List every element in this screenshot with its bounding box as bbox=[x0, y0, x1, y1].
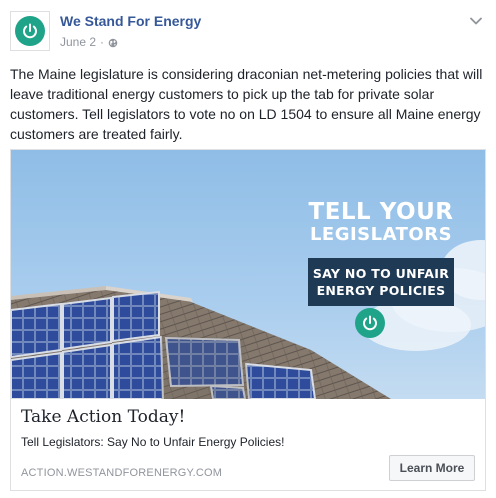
ad-title[interactable]: Take Action Today! bbox=[21, 407, 185, 427]
ad-image[interactable]: TELL YOUR LEGISLATORS SAY NO TO UNFAIR E… bbox=[11, 150, 485, 399]
image-text-line2: LEGISLATORS bbox=[309, 224, 453, 245]
power-icon bbox=[15, 16, 45, 46]
image-text-line1: TELL YOUR bbox=[308, 199, 454, 225]
banner-line1: SAY NO TO UNFAIR bbox=[312, 266, 450, 281]
post-text: The Maine legislature is considering dra… bbox=[10, 66, 483, 142]
learn-more-button[interactable]: Learn More bbox=[389, 455, 475, 481]
chevron-down-icon[interactable] bbox=[468, 13, 484, 29]
ad-image-headline: TELL YOUR LEGISLATORS SAY NO TO UNFAIR E… bbox=[291, 200, 471, 306]
power-icon bbox=[355, 308, 385, 338]
post-header: We Stand For Energy June 2 · bbox=[10, 9, 486, 59]
image-banner: SAY NO TO UNFAIR ENERGY POLICIES bbox=[308, 258, 454, 306]
post-date[interactable]: June 2 bbox=[60, 35, 96, 49]
ad-card[interactable]: TELL YOUR LEGISLATORS SAY NO TO UNFAIR E… bbox=[10, 149, 486, 491]
page-name-link[interactable]: We Stand For Energy bbox=[60, 13, 201, 29]
meta-separator: · bbox=[100, 35, 105, 49]
post-meta: June 2 · bbox=[60, 35, 118, 49]
ad-domain[interactable]: ACTION.WESTANDFORENERGY.COM bbox=[21, 467, 222, 479]
facebook-post: We Stand For Energy June 2 · The Maine l… bbox=[0, 0, 496, 498]
page-avatar[interactable] bbox=[10, 11, 50, 51]
ad-description: Tell Legislators: Say No to Unfair Energ… bbox=[21, 435, 285, 449]
banner-line2: ENERGY POLICIES bbox=[316, 283, 446, 298]
globe-icon[interactable] bbox=[108, 37, 118, 48]
